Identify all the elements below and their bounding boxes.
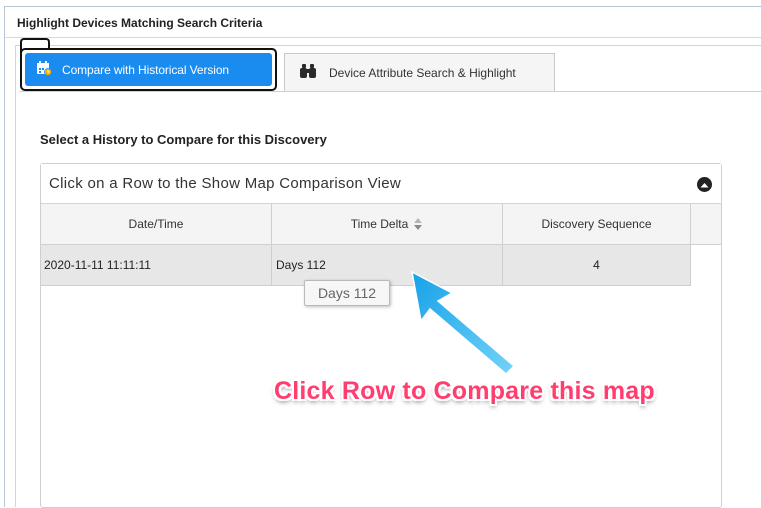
table-header: Date/Time Time Delta Discovery Sequence [41, 204, 721, 245]
column-header-datetime[interactable]: Date/Time [41, 204, 272, 244]
annotation-text: Click Row to Compare this map [274, 377, 655, 405]
collapse-button[interactable] [697, 177, 712, 192]
chevron-up-icon [700, 182, 709, 187]
tab-compare-historical-body[interactable]: Compare with Historical Version [25, 53, 272, 86]
tab-divider [20, 91, 761, 92]
calendar-clock-icon [36, 60, 52, 79]
tab-compare-historical[interactable]: Compare with Historical Version [20, 48, 277, 91]
section-label: Select a History to Compare for this Dis… [40, 132, 327, 147]
tab-compare-historical-label: Compare with Historical Version [62, 62, 229, 77]
column-header-datetime-label: Date/Time [128, 217, 184, 231]
panel-title: Click on a Row to the Show Map Compariso… [49, 175, 402, 192]
history-panel: Click on a Row to the Show Map Compariso… [40, 163, 722, 508]
column-header-time-delta-label: Time Delta [350, 217, 409, 231]
column-header-time-delta[interactable]: Time Delta [272, 204, 503, 244]
panel-header: Click on a Row to the Show Map Compariso… [41, 164, 721, 204]
column-header-spacer [691, 204, 721, 244]
sort-icon[interactable] [413, 217, 423, 231]
cell-sequence: 4 [503, 245, 691, 285]
window-title: Highlight Devices Matching Search Criter… [17, 16, 263, 30]
cell-time-delta: Days 112 [272, 245, 503, 285]
column-header-sequence[interactable]: Discovery Sequence [503, 204, 691, 244]
column-header-sequence-label: Discovery Sequence [541, 217, 652, 231]
tab-device-attribute-search[interactable]: Device Attribute Search & Highlight [284, 53, 555, 91]
tooltip: Days 112 [304, 280, 390, 306]
binoculars-icon [299, 63, 317, 82]
title-bar: Highlight Devices Matching Search Criter… [5, 7, 761, 38]
tab-device-attribute-search-label: Device Attribute Search & Highlight [329, 65, 516, 80]
cell-datetime: 2020-11-11 11:11:11 [41, 245, 272, 285]
